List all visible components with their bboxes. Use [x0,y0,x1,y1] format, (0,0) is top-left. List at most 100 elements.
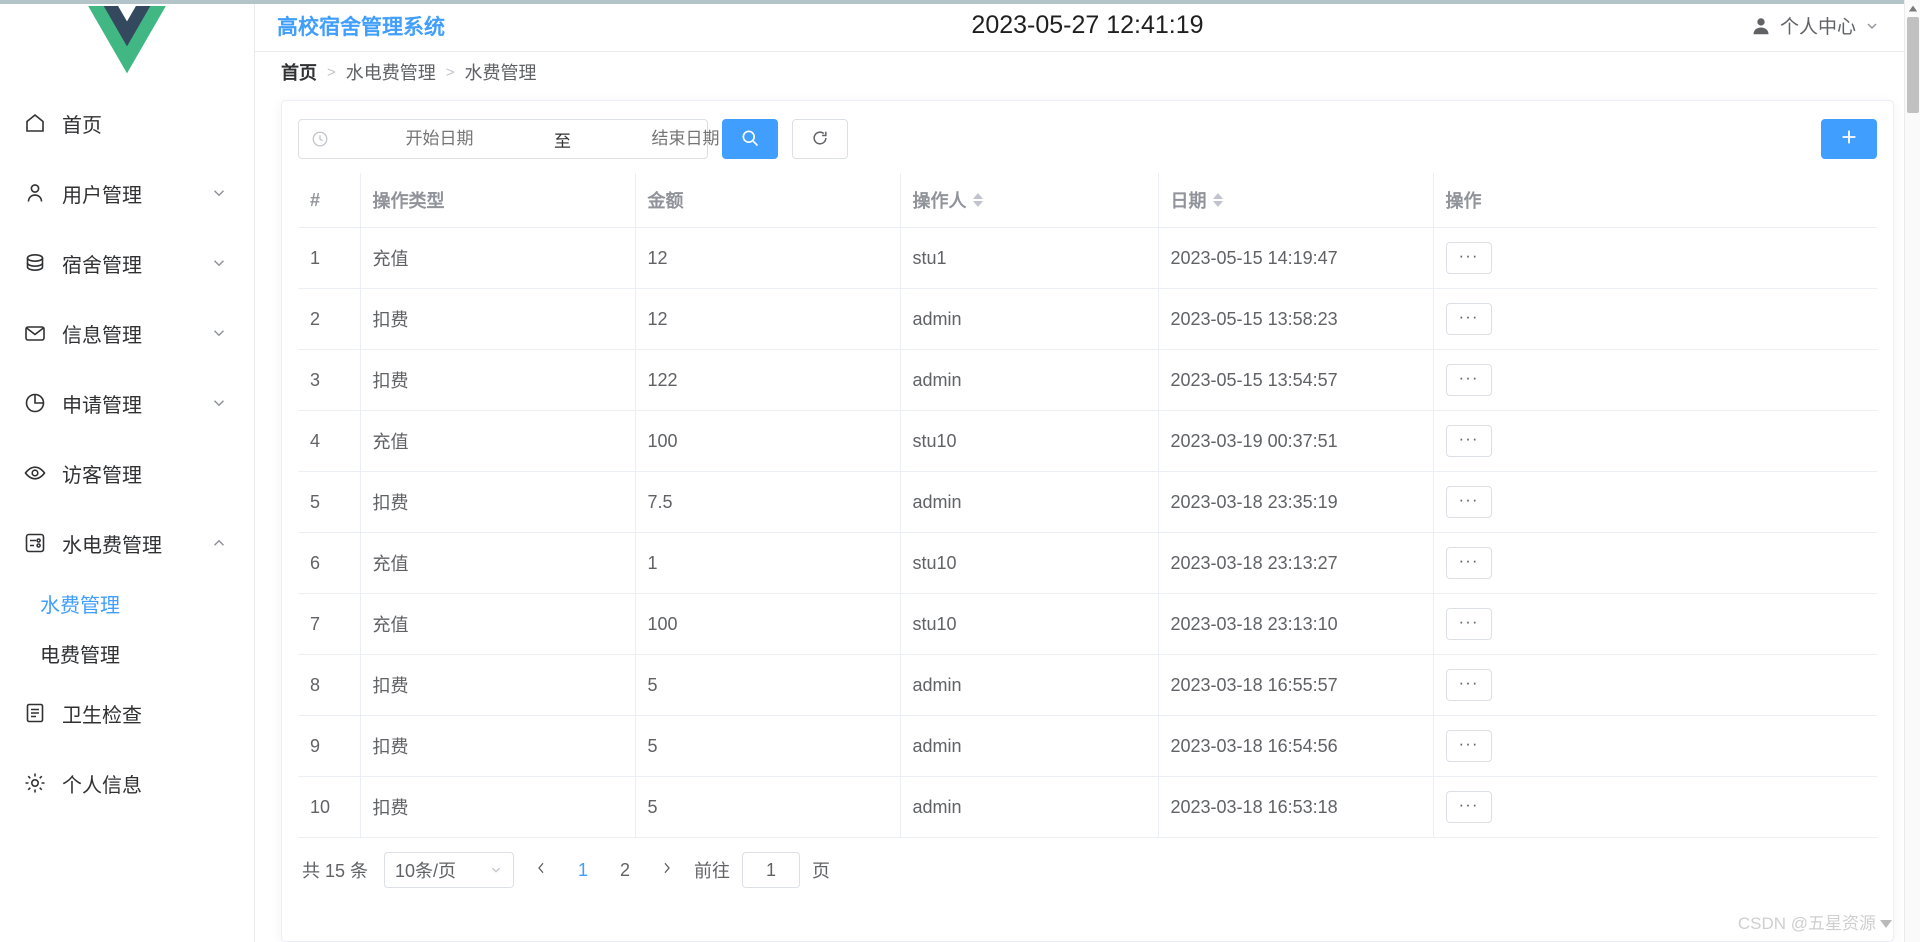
table-row: 5扣费7.5admin2023-03-18 23:35:19··· [298,472,1877,533]
table-cell-actions: ··· [1433,228,1877,289]
table-cell-index: 9 [298,716,360,777]
scroll-up-arrow[interactable] [1905,0,1920,17]
logo-container [0,0,254,80]
add-button[interactable] [1821,119,1877,159]
table-cell-type: 充值 [360,533,635,594]
row-actions-button[interactable]: ··· [1446,730,1492,762]
row-actions-button[interactable]: ··· [1446,303,1492,335]
row-actions-button[interactable]: ··· [1446,425,1492,457]
mail-icon [22,320,48,346]
sidebar-item-home[interactable]: 首页 [0,88,254,158]
scrollbar-thumb[interactable] [1907,17,1919,113]
table-cell-amount: 100 [635,594,900,655]
table-cell-date: 2023-03-18 16:54:56 [1158,716,1433,777]
breadcrumb-separator: > [327,64,336,81]
sidebar-item-info-management[interactable]: 信息管理 [0,298,254,368]
pagination-page-2[interactable]: 2 [610,854,640,886]
table-row: 6充值1stu102023-03-18 23:13:27··· [298,533,1877,594]
table-cell-index: 10 [298,777,360,838]
table-cell-operator: admin [900,472,1158,533]
breadcrumb-item-home[interactable]: 首页 [281,59,317,85]
table-cell-date: 2023-03-18 16:55:57 [1158,655,1433,716]
table-cell-index: 3 [298,350,360,411]
column-label: 操作类型 [373,187,445,213]
vertical-scrollbar[interactable] [1904,0,1920,942]
table-cell-index: 5 [298,472,360,533]
column-header-actions: 操作 [1433,173,1877,228]
table-cell-type: 充值 [360,594,635,655]
row-actions-button[interactable]: ··· [1446,486,1492,518]
sidebar-item-label: 个人信息 [62,769,228,798]
sidebar-item-utility-management[interactable]: 水电费管理 [0,508,254,578]
table-cell-amount: 12 [635,228,900,289]
date-range-picker[interactable]: 至 [298,119,708,159]
chevron-up-icon [210,534,228,552]
table-cell-operator: stu10 [900,411,1158,472]
table-cell-amount: 12 [635,289,900,350]
table-cell-operator: admin [900,350,1158,411]
row-actions-button[interactable]: ··· [1446,547,1492,579]
sidebar-subitem-electric-fee[interactable]: 电费管理 [0,628,254,678]
sidebar-item-application-management[interactable]: 申请管理 [0,368,254,438]
table-cell-date: 2023-03-18 16:53:18 [1158,777,1433,838]
table-body: 1充值12stu12023-05-15 14:19:47···2扣费12admi… [298,228,1877,838]
table-cell-type: 扣费 [360,350,635,411]
column-header-operator[interactable]: 操作人 [900,173,1158,228]
table-cell-type: 扣费 [360,777,635,838]
table-cell-operator: stu10 [900,533,1158,594]
plus-icon [1838,126,1860,153]
table-cell-amount: 5 [635,777,900,838]
app-title: 高校宿舍管理系统 [277,11,445,41]
pagination-next[interactable] [652,854,682,886]
sidebar-item-label: 首页 [62,109,228,138]
user-center-menu[interactable]: 个人中心 [1750,12,1894,39]
sidebar-subitem-water-fee[interactable]: 水费管理 [0,578,254,628]
sidebar-item-hygiene-inspection[interactable]: 卫生检查 [0,678,254,748]
table-cell-type: 充值 [360,228,635,289]
sidebar-item-visitor-management[interactable]: 访客管理 [0,438,254,508]
sort-icon[interactable] [1213,193,1223,207]
table-cell-index: 1 [298,228,360,289]
table-cell-index: 8 [298,655,360,716]
column-header-index: # [298,173,360,228]
table-cell-actions: ··· [1433,411,1877,472]
row-actions-button[interactable]: ··· [1446,791,1492,823]
column-label: 操作 [1446,187,1482,213]
pagination-page-1[interactable]: 1 [568,854,598,886]
breadcrumb: 首页 > 水电费管理 > 水费管理 [255,52,1920,92]
table-cell-operator: admin [900,716,1158,777]
table-cell-type: 扣费 [360,472,635,533]
sidebar-item-personal-info[interactable]: 个人信息 [0,748,254,818]
sidebar-item-user-management[interactable]: 用户管理 [0,158,254,228]
sidebar-item-label: 用户管理 [62,179,210,208]
sidebar-item-label: 申请管理 [62,389,210,418]
page-size-select[interactable]: 10条/页 [384,852,514,888]
start-date-input[interactable] [329,129,550,149]
table-cell-date: 2023-03-18 23:13:27 [1158,533,1433,594]
table-row: 1充值12stu12023-05-15 14:19:47··· [298,228,1877,289]
row-actions-button[interactable]: ··· [1446,669,1492,701]
watermark: CSDN @五星资源 [1738,909,1892,934]
pagination-prev[interactable] [526,854,556,886]
sort-icon[interactable] [973,193,983,207]
row-actions-button[interactable]: ··· [1446,242,1492,274]
search-button[interactable] [722,119,778,159]
column-header-date[interactable]: 日期 [1158,173,1433,228]
row-actions-button[interactable]: ··· [1446,608,1492,640]
row-actions-button[interactable]: ··· [1446,364,1492,396]
table-cell-type: 扣费 [360,716,635,777]
water-fee-table: # 操作类型 金额 操作人 [298,173,1877,838]
sidebar-item-dorm-management[interactable]: 宿舍管理 [0,228,254,298]
table-cell-index: 6 [298,533,360,594]
table-cell-operator: stu1 [900,228,1158,289]
reset-button[interactable] [792,119,848,159]
user-icon [22,180,48,206]
table-cell-actions: ··· [1433,655,1877,716]
app-root: 首页 用户管理 宿舍管理 [0,0,1920,942]
sidebar-item-label: 访客管理 [62,459,228,488]
watermark-text: CSDN @五星资源 [1738,909,1876,934]
settings-icon [22,530,48,556]
breadcrumb-item-utility[interactable]: 水电费管理 [346,59,436,85]
pagination-jump-input[interactable] [742,852,800,888]
home-icon [22,110,48,136]
